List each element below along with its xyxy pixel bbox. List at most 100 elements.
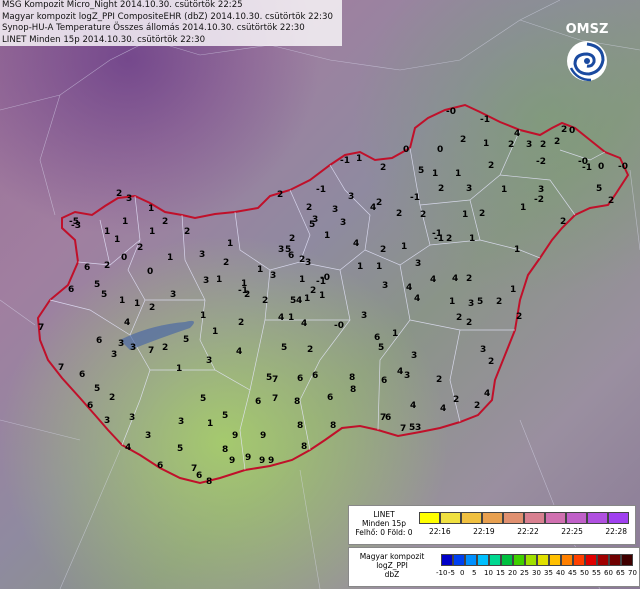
station-temperature-label: 2 [538,140,549,150]
station-temperature-label: 9 [243,453,254,463]
station-temperature-label: 4 [351,239,362,249]
station-temperature-label: 3 [143,431,154,441]
station-temperature-label: 6 [383,413,394,423]
station-temperature-label: -1 [581,163,592,173]
station-temperature-label: -0 [617,162,628,172]
station-temperature-label: 3 [128,343,139,353]
station-temperature-label: 4 [438,404,449,414]
station-temperature-label: 1 [117,296,128,306]
station-temperature-label: 1 [518,203,529,213]
station-temperature-label: 6 [295,374,306,384]
station-temperature-label: 2 [260,296,271,306]
radar-legend-swatch [489,554,501,566]
station-temperature-label: 3 [380,281,391,291]
station-temperature-label: -2 [533,195,544,205]
station-temperature-label: 2 [436,184,447,194]
station-temperature-label: 2 [160,217,171,227]
station-temperature-label: 2 [464,274,475,284]
radar-legend-swatch [561,554,573,566]
station-temperature-label: 1 [102,227,113,237]
station-temperature-label: 2 [107,393,118,403]
header-line-radar: Magyar kompozit logZ_PPI CompositeEHR (d… [2,11,333,22]
station-temperature-label: 1 [225,239,236,249]
station-temperature-label: 3 [409,351,420,361]
station-temperature-label: 1 [322,231,333,241]
station-temperature-label: 2 [135,243,146,253]
radar-legend-tick: 15 [496,569,505,577]
station-temperature-label: 7 [36,323,47,333]
station-temperature-label: 3 [330,205,341,215]
station-temperature-label: 2 [514,312,525,322]
station-temperature-label: 1 [147,227,158,237]
station-temperature-label: 1 [447,297,458,307]
station-temperature-label: 5 [220,411,231,421]
header-line-msg: MSG Kompozit Micro_Night 2014.10.30. csü… [2,0,243,10]
station-temperature-label: 4 [368,203,379,213]
station-temperature-label: 2 [114,189,125,199]
station-temperature-label: 2 [374,198,385,208]
radar-legend-swatch [573,554,585,566]
radar-legend-tick: 40 [556,569,565,577]
station-temperature-label: 9 [258,431,269,441]
linet-legend-tick: 22:16 [429,527,451,536]
station-temperature-label: 4 [294,296,305,306]
radar-legend-swatch [441,554,453,566]
station-temperature-label: 3 [413,423,424,433]
linet-legend-tick: 22:19 [473,527,495,536]
radar-legend-tick: 35 [544,569,553,577]
station-temperature-label: 5 [376,343,387,353]
linet-legend-tick: 22:25 [561,527,583,536]
station-temperature-label: 3 [303,258,314,268]
radar-legend-title-line: Magyar kompozit [359,552,425,561]
station-temperature-label: -3 [70,221,81,231]
linet-legend-swatch [566,512,587,524]
linet-legend-title: LINET Minden 15p Felhő: 0 Föld: 0 [353,510,415,537]
linet-legend-title-line: Felhő: 0 Föld: 0 [355,528,413,537]
station-temperature-label: 6 [286,251,297,261]
station-temperature-label: 2 [494,297,505,307]
linet-legend-title-line: LINET [373,510,395,519]
station-temperature-label: 3 [116,339,127,349]
radar-legend-swatch [621,554,633,566]
station-temperature-label: 8 [347,373,358,383]
radar-legend-title-line: logZ_PPI [376,561,408,570]
station-temperature-label: 3 [466,299,477,309]
radar-legend-tick: 5 [472,569,477,577]
station-temperature-label: 4 [482,389,493,399]
radar-legend-tick: -10 [436,569,448,577]
linet-legend-swatch [419,512,440,524]
station-temperature-label: 3 [524,140,535,150]
station-temperature-label: 3 [268,271,279,281]
station-temperature-label: 6 [310,371,321,381]
station-temperature-label: 8 [299,442,310,452]
station-temperature-label: 1 [286,313,297,323]
radar-legend-title: Magyar kompozit logZ_PPI dbZ [353,552,431,579]
station-temperature-label: 1 [467,234,478,244]
radar-legend-swatch [525,554,537,566]
station-temperature-label: 1 [499,185,510,195]
station-temperature-label: 2 [486,161,497,171]
station-temperature-label: 5 [175,444,186,454]
omsz-logo: OMSZ [563,22,611,88]
station-temperature-label: 5 [198,394,209,404]
station-temperature-label: -2 [535,157,546,167]
station-temperature-label: 3 [464,184,475,194]
station-temperature-label: -0 [445,107,456,117]
station-temperature-label: 2 [552,137,563,147]
station-temperature-label: 0 [145,267,156,277]
radar-legend-tick: -5 [448,569,455,577]
station-temperature-label: 3 [276,245,287,255]
station-temperature-label: 4 [123,443,134,453]
station-temperature-label: 9 [230,431,241,441]
station-temperature-label: 4 [412,294,423,304]
station-temperature-label: 0 [119,253,130,263]
station-temperature-label: 8 [204,477,215,487]
linet-legend-swatch [608,512,629,524]
station-temperature-label: 9 [266,456,277,466]
station-temperature-label: -1 [315,185,326,195]
station-temperature-label: 6 [77,370,88,380]
radar-legend-tick: 20 [508,569,517,577]
radar-legend-tick: 25 [520,569,529,577]
station-temperature-label: 3 [338,218,349,228]
station-temperature-label: 7 [398,424,409,434]
